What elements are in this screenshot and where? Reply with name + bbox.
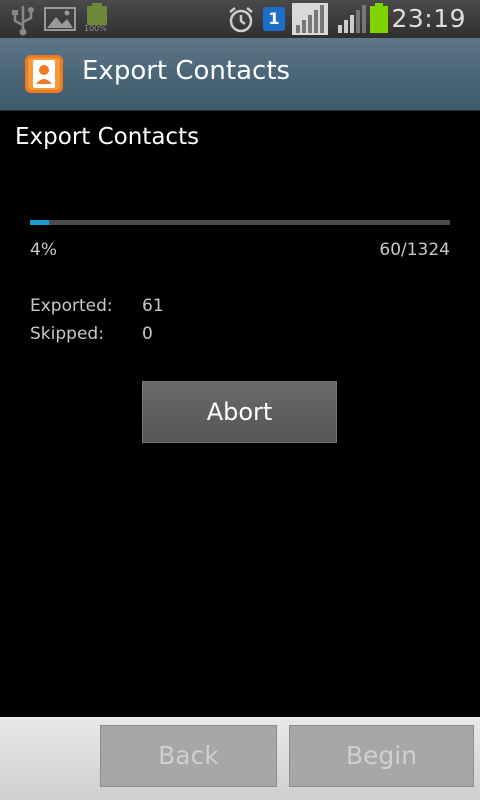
battery-percent: 100% (84, 24, 107, 33)
contacts-app-icon (25, 55, 63, 93)
abort-button[interactable]: Abort (142, 381, 337, 443)
skipped-label: Skipped: (30, 324, 104, 344)
progress-count: 60/1324 (379, 240, 450, 260)
status-time: 23:19 (391, 4, 466, 33)
battery-charging-icon (370, 3, 388, 33)
status-bar: 100% 1 23:19 (0, 0, 480, 38)
signal-icon (292, 3, 328, 35)
title-bar: Export Contacts (0, 38, 480, 111)
exported-value: 61 (142, 296, 164, 316)
alarm-icon (229, 7, 253, 33)
battery-full-icon (87, 3, 107, 25)
title-bar-title: Export Contacts (82, 56, 291, 86)
skipped-value: 0 (142, 324, 153, 344)
sim-number: 1 (268, 9, 280, 28)
usb-icon (12, 6, 34, 36)
signal-icon (338, 5, 366, 33)
begin-button[interactable]: Begin (289, 725, 474, 787)
sim-icon: 1 (263, 7, 285, 31)
bottom-bar: Back Begin (0, 717, 480, 800)
back-button[interactable]: Back (100, 725, 277, 787)
page-title: Export Contacts (15, 124, 200, 150)
screen: 100% 1 23:19 Export Contacts Export Cont… (0, 0, 480, 800)
progress-fill (30, 220, 50, 225)
export-progress-bar (30, 220, 450, 225)
exported-label: Exported: (30, 296, 113, 316)
image-icon (44, 7, 76, 31)
progress-percent: 4% (30, 240, 57, 260)
